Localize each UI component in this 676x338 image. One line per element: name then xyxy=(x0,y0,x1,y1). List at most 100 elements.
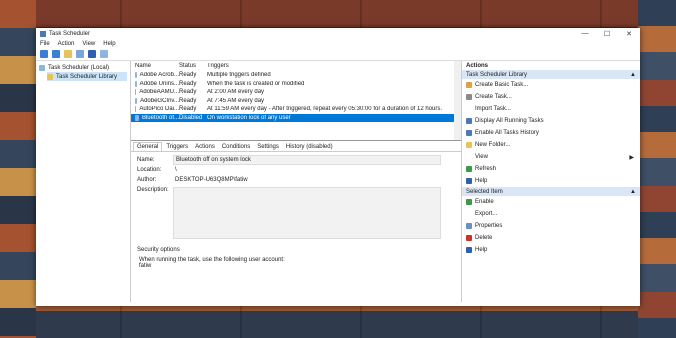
library-section-header[interactable]: Task Scheduler Library ▲ xyxy=(462,70,640,79)
window-controls: — ☐ ✕ xyxy=(574,28,640,39)
collapse-arrow-icon[interactable]: ▲ xyxy=(630,72,636,78)
clock-icon xyxy=(39,64,45,71)
menu-action[interactable]: Action xyxy=(58,41,75,47)
task-name: AutoPico Dai... xyxy=(139,106,179,113)
task-properties-tabs: General Triggers Actions Conditions Sett… xyxy=(131,141,461,152)
submenu-arrow-icon: ▶ xyxy=(629,154,634,161)
properties-icon[interactable] xyxy=(100,50,108,58)
tab-triggers[interactable]: Triggers xyxy=(163,143,191,151)
action-export[interactable]: Export... xyxy=(462,208,640,220)
navigation-tree: Task Scheduler (Local) Task Scheduler Li… xyxy=(36,61,131,302)
selected-item-section-header[interactable]: Selected Item ▲ xyxy=(462,187,640,196)
task-name: Bluetooth of... xyxy=(141,114,179,121)
forward-arrow-icon[interactable] xyxy=(52,50,60,58)
action-create-basic-task[interactable]: Create Basic Task... xyxy=(462,79,640,91)
blank-icon xyxy=(466,106,472,112)
table-row[interactable]: Adobe Unins... Ready When the task is cr… xyxy=(131,80,461,89)
collapse-arrow-icon[interactable]: ▲ xyxy=(630,189,636,195)
table-row[interactable]: AdobeAAMU... Ready At 2:00 AM every day xyxy=(131,88,461,97)
help-icon xyxy=(466,178,472,184)
task-icon xyxy=(135,80,137,87)
name-field[interactable]: Bluetooth off on system lock xyxy=(173,155,441,165)
help-icon xyxy=(466,247,472,253)
actions-pane: Actions Task Scheduler Library ▲ Create … xyxy=(462,61,640,302)
task-trigger: On workstation lock of any user xyxy=(207,114,291,121)
task-scheduler-icon xyxy=(40,30,46,37)
tab-conditions[interactable]: Conditions xyxy=(219,143,253,151)
folder-icon xyxy=(466,142,472,148)
task-icon xyxy=(135,97,138,104)
table-row-selected[interactable]: Bluetooth of... Disabled On workstation … xyxy=(131,113,461,122)
author-label: Author: xyxy=(137,177,157,183)
menu-bar: File Action View Help xyxy=(36,39,640,48)
task-name: AdobeGCInv... xyxy=(140,97,179,104)
action-view[interactable]: View ▶ xyxy=(462,151,640,163)
delete-x-icon xyxy=(466,235,472,241)
task-name: AdobeAAMU... xyxy=(139,89,179,96)
list-view-icon[interactable] xyxy=(76,50,84,58)
user-account-value: fatiw xyxy=(139,263,152,269)
close-button[interactable]: ✕ xyxy=(618,28,640,39)
action-help[interactable]: Help xyxy=(462,175,640,187)
folder-icon xyxy=(47,73,53,80)
column-name-header[interactable]: Name xyxy=(131,63,179,69)
action-delete[interactable]: Delete xyxy=(462,232,640,244)
properties-icon xyxy=(466,223,472,229)
action-properties[interactable]: Properties xyxy=(462,220,640,232)
column-triggers-header[interactable]: Triggers xyxy=(207,63,461,69)
task-status: Ready xyxy=(179,89,197,96)
blank-icon xyxy=(466,211,472,217)
tab-history[interactable]: History (disabled) xyxy=(283,143,336,151)
toolbar xyxy=(36,48,640,61)
task-list-scrollbar[interactable] xyxy=(454,61,461,140)
location-value: \ xyxy=(175,167,177,173)
menu-file[interactable]: File xyxy=(40,41,50,47)
task-name: Adobe Acrob... xyxy=(139,72,179,79)
action-enable-history[interactable]: Enable All Tasks History xyxy=(462,127,640,139)
action-new-folder[interactable]: New Folder... xyxy=(462,139,640,151)
security-options-label: Security options xyxy=(137,247,180,253)
action-help-selected[interactable]: Help xyxy=(462,244,640,256)
maximize-button[interactable]: ☐ xyxy=(596,28,618,39)
task-status: Disabled xyxy=(179,114,203,121)
tree-item-label: Task Scheduler Library xyxy=(56,73,118,80)
action-display-running[interactable]: Display All Running Tasks xyxy=(462,115,640,127)
tab-general[interactable]: General xyxy=(133,142,163,151)
task-trigger: At 11:59 AM every day - After triggered,… xyxy=(207,106,443,113)
task-status: Ready xyxy=(179,80,197,87)
tree-item-local[interactable]: Task Scheduler (Local) xyxy=(39,63,127,72)
action-refresh[interactable]: Refresh xyxy=(462,163,640,175)
action-create-task[interactable]: Create Task... xyxy=(462,91,640,103)
help-icon[interactable] xyxy=(88,50,96,58)
brick-wall-left xyxy=(0,0,36,338)
general-tab-panel: Name: Bluetooth off on system lock Locat… xyxy=(131,152,461,302)
refresh-icon xyxy=(466,166,472,172)
back-arrow-icon[interactable] xyxy=(40,50,48,58)
author-value: DESKTOP-U63Q8MP\fatiw xyxy=(175,177,248,183)
action-import-task[interactable]: Import Task... xyxy=(462,103,640,115)
task-name: Adobe Unins... xyxy=(139,80,179,87)
task-list: Name Status Triggers Adobe Acrob... Read… xyxy=(131,61,461,141)
blank-icon xyxy=(466,154,472,160)
table-row[interactable]: AutoPico Dai... Ready At 11:59 AM every … xyxy=(131,105,461,114)
task-icon xyxy=(466,94,472,100)
section-title: Selected Item xyxy=(466,188,503,195)
task-trigger: When the task is created or modified xyxy=(207,80,305,87)
task-status: Ready xyxy=(179,72,197,79)
minimize-button[interactable]: — xyxy=(574,28,596,39)
task-trigger: At 2:00 AM every day xyxy=(207,89,265,96)
tab-actions[interactable]: Actions xyxy=(192,143,218,151)
menu-help[interactable]: Help xyxy=(103,41,115,47)
table-row[interactable]: Adobe Acrob... Ready Multiple triggers d… xyxy=(131,71,461,80)
title-bar: Task Scheduler — ☐ ✕ xyxy=(36,28,640,39)
folder-icon[interactable] xyxy=(64,50,72,58)
tab-settings[interactable]: Settings xyxy=(254,143,282,151)
table-row[interactable]: AdobeGCInv... Ready At 7:45 AM every day xyxy=(131,97,461,106)
task-icon xyxy=(135,114,139,121)
tree-item-label: Task Scheduler (Local) xyxy=(48,64,110,71)
column-status-header[interactable]: Status xyxy=(179,63,207,69)
menu-view[interactable]: View xyxy=(82,41,95,47)
action-enable[interactable]: Enable xyxy=(462,196,640,208)
description-field[interactable] xyxy=(173,187,441,239)
tree-item-library[interactable]: Task Scheduler Library xyxy=(47,72,127,81)
